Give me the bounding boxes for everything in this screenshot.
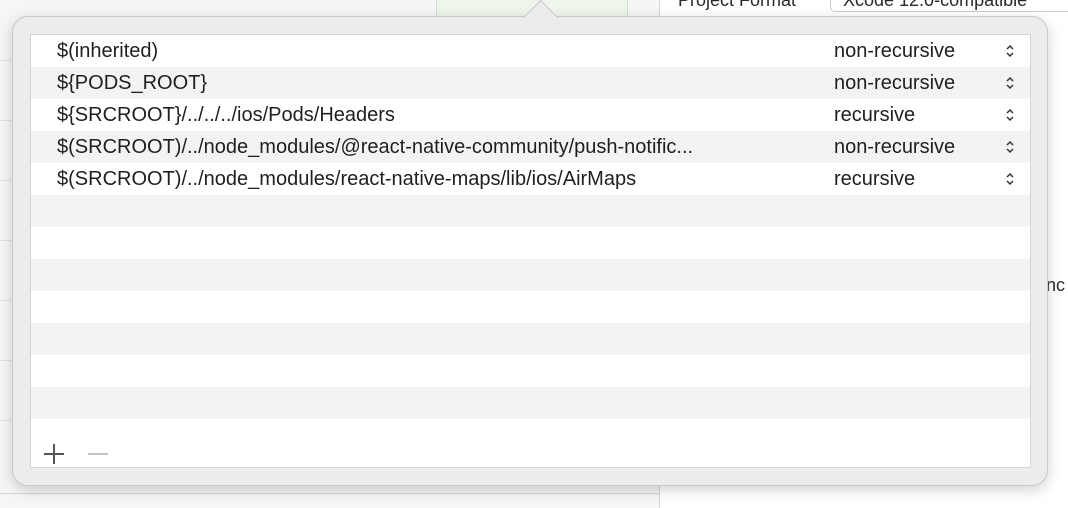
- recursion-mode-popup[interactable]: non-recursive: [834, 131, 955, 163]
- table-row[interactable]: ${PODS_ROOT} non-recursive: [31, 67, 1030, 99]
- header-search-paths-popover: $(inherited) non-recursive ${PODS_ROOT} non…: [12, 0, 1048, 486]
- table-row[interactable]: $(SRCROOT)/../node_modules/react-native-…: [31, 163, 1030, 195]
- background-text-fragment: nc: [1046, 275, 1066, 295]
- search-path-cell[interactable]: ${PODS_ROOT}: [57, 67, 809, 99]
- plus-icon: [44, 444, 64, 464]
- chevron-up-down-icon[interactable]: [1005, 43, 1015, 59]
- chevron-up-down-icon[interactable]: [1005, 107, 1015, 123]
- recursion-mode-popup[interactable]: non-recursive: [834, 35, 955, 67]
- empty-row: [31, 323, 1030, 355]
- project-format-popup[interactable]: Xcode 12.0-compatible: [830, 0, 1068, 12]
- search-path-cell[interactable]: $(SRCROOT)/../node_modules/@react-native…: [57, 131, 809, 163]
- project-format-label: Project Format: [678, 0, 797, 10]
- recursion-mode-popup[interactable]: non-recursive: [834, 67, 955, 99]
- search-paths-table: $(inherited) non-recursive ${PODS_ROOT} non…: [30, 34, 1031, 468]
- search-path-cell[interactable]: $(SRCROOT)/../node_modules/react-native-…: [57, 163, 809, 195]
- remove-button[interactable]: [85, 441, 111, 467]
- empty-row: [31, 259, 1030, 291]
- empty-row: [31, 387, 1030, 419]
- empty-row: [31, 227, 1030, 259]
- divider: [0, 493, 660, 494]
- empty-row: [31, 355, 1030, 387]
- empty-row: [31, 195, 1030, 227]
- chevron-up-down-icon[interactable]: [1005, 171, 1015, 187]
- search-path-cell[interactable]: ${SRCROOT}/../../../ios/Pods/Headers: [57, 99, 809, 131]
- add-button[interactable]: [41, 441, 67, 467]
- table-footer: [31, 437, 1030, 467]
- chevron-up-down-icon[interactable]: [1005, 139, 1015, 155]
- recursion-mode-popup[interactable]: recursive: [834, 163, 915, 195]
- chevron-up-down-icon[interactable]: [1005, 75, 1015, 91]
- minus-icon: [88, 453, 108, 455]
- table-row[interactable]: ${SRCROOT}/../../../ios/Pods/Headers recu…: [31, 99, 1030, 131]
- search-path-cell[interactable]: $(inherited): [57, 35, 809, 67]
- empty-row: [31, 291, 1030, 323]
- recursion-mode-popup[interactable]: recursive: [834, 99, 915, 131]
- table-row[interactable]: $(inherited) non-recursive: [31, 35, 1030, 67]
- table-row[interactable]: $(SRCROOT)/../node_modules/@react-native…: [31, 131, 1030, 163]
